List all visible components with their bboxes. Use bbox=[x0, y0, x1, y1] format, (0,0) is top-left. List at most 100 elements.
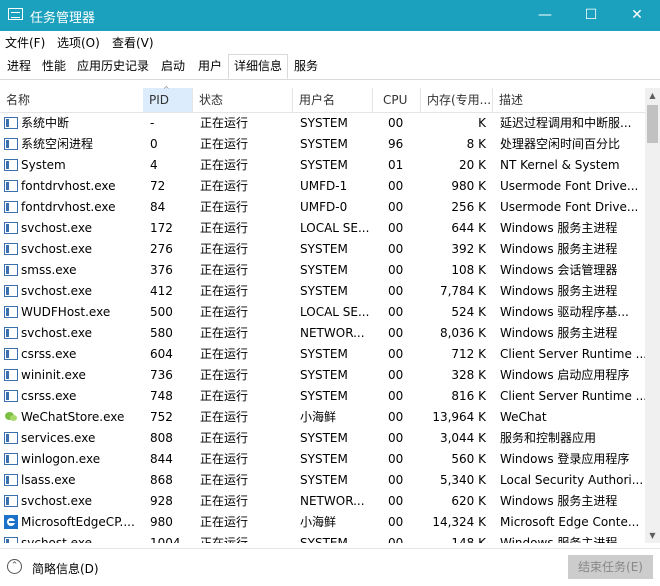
minimize-button[interactable]: — bbox=[522, 0, 568, 31]
process-user: SYSTEM bbox=[300, 473, 348, 487]
process-name: svchost.exe bbox=[21, 284, 92, 298]
table-row[interactable]: wininit.exe 736 正在运行 SYSTEM 00 328 K Windows 启… bbox=[0, 365, 645, 386]
process-description: Windows 服务主进程 bbox=[500, 326, 618, 340]
title-bar[interactable]: 任务管理器 — ☐ ✕ bbox=[0, 0, 660, 31]
table-row[interactable]: svchost.exe 172 正在运行 LOCAL SE... 00 644 K Wind… bbox=[0, 218, 645, 239]
process-user: SYSTEM bbox=[300, 452, 348, 466]
table-row[interactable]: winlogon.exe 844 正在运行 SYSTEM 00 560 K Windows … bbox=[0, 449, 645, 470]
maximize-button[interactable]: ☐ bbox=[568, 0, 614, 31]
end-task-button[interactable]: 结束任务(E) bbox=[568, 555, 653, 579]
table-row[interactable]: fontdrvhost.exe 84 正在运行 UMFD-0 00 256 K Usermo… bbox=[0, 197, 645, 218]
process-cpu: 00 bbox=[388, 284, 404, 298]
process-description: Windows 服务主进程 bbox=[500, 494, 618, 508]
tab-users[interactable]: 用户 bbox=[193, 55, 227, 78]
process-description: Windows 服务主进程 bbox=[500, 242, 618, 256]
process-memory: 712 K bbox=[451, 347, 486, 361]
process-cpu: 00 bbox=[388, 116, 404, 130]
process-status: 正在运行 bbox=[200, 410, 249, 424]
table-row[interactable]: fontdrvhost.exe 72 正在运行 UMFD-1 00 980 K Usermo… bbox=[0, 176, 645, 197]
tab-startup[interactable]: 启动 bbox=[156, 55, 190, 78]
table-row[interactable]: lsass.exe 868 正在运行 SYSTEM 00 5,340 K Local Sec… bbox=[0, 470, 645, 491]
table-row[interactable]: 系统中断 - 正在运行 SYSTEM 00 K 延迟过程调用和中断服... bbox=[0, 113, 645, 134]
process-memory: 14,324 K bbox=[432, 515, 486, 529]
tab-details[interactable]: 详细信息 bbox=[228, 54, 289, 79]
process-status: 正在运行 bbox=[200, 326, 249, 340]
table-row[interactable]: MicrosoftEdgeCP.... 980 正在运行 小海鲜 00 14,324 K M… bbox=[0, 512, 645, 533]
sort-ascending-icon: ^ bbox=[163, 85, 170, 94]
process-name: svchost.exe bbox=[21, 221, 92, 235]
table-row[interactable]: smss.exe 376 正在运行 SYSTEM 00 108 K Windows 会话管理… bbox=[0, 260, 645, 281]
scroll-down-icon[interactable]: ▼ bbox=[645, 528, 660, 543]
menu-view[interactable]: 查看(V) bbox=[112, 34, 154, 51]
process-description: Windows 登录应用程序 bbox=[500, 452, 630, 466]
table-row[interactable]: svchost.exe 276 正在运行 SYSTEM 00 392 K Windows 服… bbox=[0, 239, 645, 260]
table-row[interactable]: System 4 正在运行 SYSTEM 01 20 K NT Kernel & Syste… bbox=[0, 155, 645, 176]
column-user[interactable]: 用户名 bbox=[293, 88, 373, 112]
process-name: wininit.exe bbox=[21, 368, 86, 382]
table-row[interactable]: svchost.exe 412 正在运行 SYSTEM 00 7,784 K Windows… bbox=[0, 281, 645, 302]
tab-processes[interactable]: 进程 bbox=[2, 55, 36, 78]
process-memory: 3,044 K bbox=[439, 431, 486, 445]
process-memory: 392 K bbox=[451, 242, 486, 256]
process-user: NETWOR... bbox=[300, 494, 365, 508]
process-name: csrss.exe bbox=[21, 389, 77, 403]
process-user: UMFD-0 bbox=[300, 200, 348, 214]
table-row[interactable]: WeChatStore.exe 752 正在运行 小海鲜 00 13,964 K WeCha… bbox=[0, 407, 645, 428]
process-memory: 108 K bbox=[451, 263, 486, 277]
column-description[interactable]: 描述 bbox=[493, 88, 645, 112]
table-row[interactable]: services.exe 808 正在运行 SYSTEM 00 3,044 K 服务和控制器… bbox=[0, 428, 645, 449]
table-row[interactable]: svchost.exe 580 正在运行 NETWOR... 00 8,036 K Wind… bbox=[0, 323, 645, 344]
process-description: WeChat bbox=[500, 410, 547, 424]
process-cpu: 00 bbox=[388, 305, 404, 319]
scroll-thumb[interactable] bbox=[647, 105, 658, 143]
process-description: Windows 服务主进程 bbox=[500, 284, 618, 298]
scroll-up-icon[interactable]: ▲ bbox=[645, 88, 660, 103]
process-user: LOCAL SE... bbox=[300, 305, 370, 319]
process-status: 正在运行 bbox=[200, 494, 249, 508]
process-user: SYSTEM bbox=[300, 263, 348, 277]
process-status: 正在运行 bbox=[200, 242, 249, 256]
process-cpu: 01 bbox=[388, 158, 404, 172]
table-row[interactable]: WUDFHost.exe 500 正在运行 LOCAL SE... 00 524 K Win… bbox=[0, 302, 645, 323]
process-cpu: 00 bbox=[388, 326, 404, 340]
column-memory[interactable]: 内存(专用... bbox=[421, 88, 493, 112]
process-cpu: 00 bbox=[388, 431, 404, 445]
tab-app-history[interactable]: 应用历史记录 bbox=[72, 55, 154, 78]
process-description: 延迟过程调用和中断服... bbox=[500, 116, 632, 130]
process-name: svchost.exe bbox=[21, 326, 92, 340]
process-status: 正在运行 bbox=[200, 515, 249, 529]
process-user: SYSTEM bbox=[300, 368, 348, 382]
process-memory: 524 K bbox=[451, 305, 486, 319]
process-status: 正在运行 bbox=[200, 305, 249, 319]
table-row[interactable]: svchost.exe 928 正在运行 NETWOR... 00 620 K Window… bbox=[0, 491, 645, 512]
process-name: WUDFHost.exe bbox=[21, 305, 111, 319]
fewer-details-link[interactable]: 简略信息(D) bbox=[32, 560, 99, 577]
menu-options[interactable]: 选项(O) bbox=[57, 34, 100, 51]
column-name[interactable]: 名称 bbox=[0, 88, 143, 112]
process-user: SYSTEM bbox=[300, 347, 348, 361]
process-status: 正在运行 bbox=[200, 137, 249, 151]
chevron-up-icon[interactable]: ⌃ bbox=[7, 559, 22, 574]
table-row[interactable]: csrss.exe 748 正在运行 SYSTEM 00 816 K Client Serv… bbox=[0, 386, 645, 407]
process-memory: 328 K bbox=[451, 368, 486, 382]
vertical-scrollbar[interactable]: ▲ ▼ bbox=[645, 88, 660, 543]
process-pid: 868 bbox=[150, 473, 173, 487]
process-status: 正在运行 bbox=[200, 284, 249, 298]
close-button[interactable]: ✕ bbox=[614, 0, 660, 31]
tab-services[interactable]: 服务 bbox=[289, 55, 323, 78]
menu-file[interactable]: 文件(F) bbox=[5, 34, 45, 51]
column-status[interactable]: 状态 bbox=[193, 88, 293, 112]
menu-bar: 文件(F) 选项(O) 查看(V) bbox=[0, 31, 660, 53]
tab-performance[interactable]: 性能 bbox=[37, 55, 71, 78]
table-row[interactable]: 系统空闲进程 0 正在运行 SYSTEM 96 8 K 处理器空闲时间百分比 bbox=[0, 134, 645, 155]
process-name: System bbox=[21, 158, 66, 172]
process-user: SYSTEM bbox=[300, 116, 348, 130]
process-cpu: 00 bbox=[388, 494, 404, 508]
column-cpu[interactable]: CPU bbox=[373, 88, 421, 112]
table-row[interactable]: csrss.exe 604 正在运行 SYSTEM 00 712 K Client Serv… bbox=[0, 344, 645, 365]
table-row[interactable]: svchost.exe 1004 正在运行 SYSTEM 00 148 K Windows … bbox=[0, 533, 645, 543]
process-memory: 8 K bbox=[466, 137, 486, 151]
process-name: 系统中断 bbox=[21, 116, 70, 130]
process-cpu: 00 bbox=[388, 536, 404, 543]
process-description: Usermode Font Drive... bbox=[500, 179, 639, 193]
